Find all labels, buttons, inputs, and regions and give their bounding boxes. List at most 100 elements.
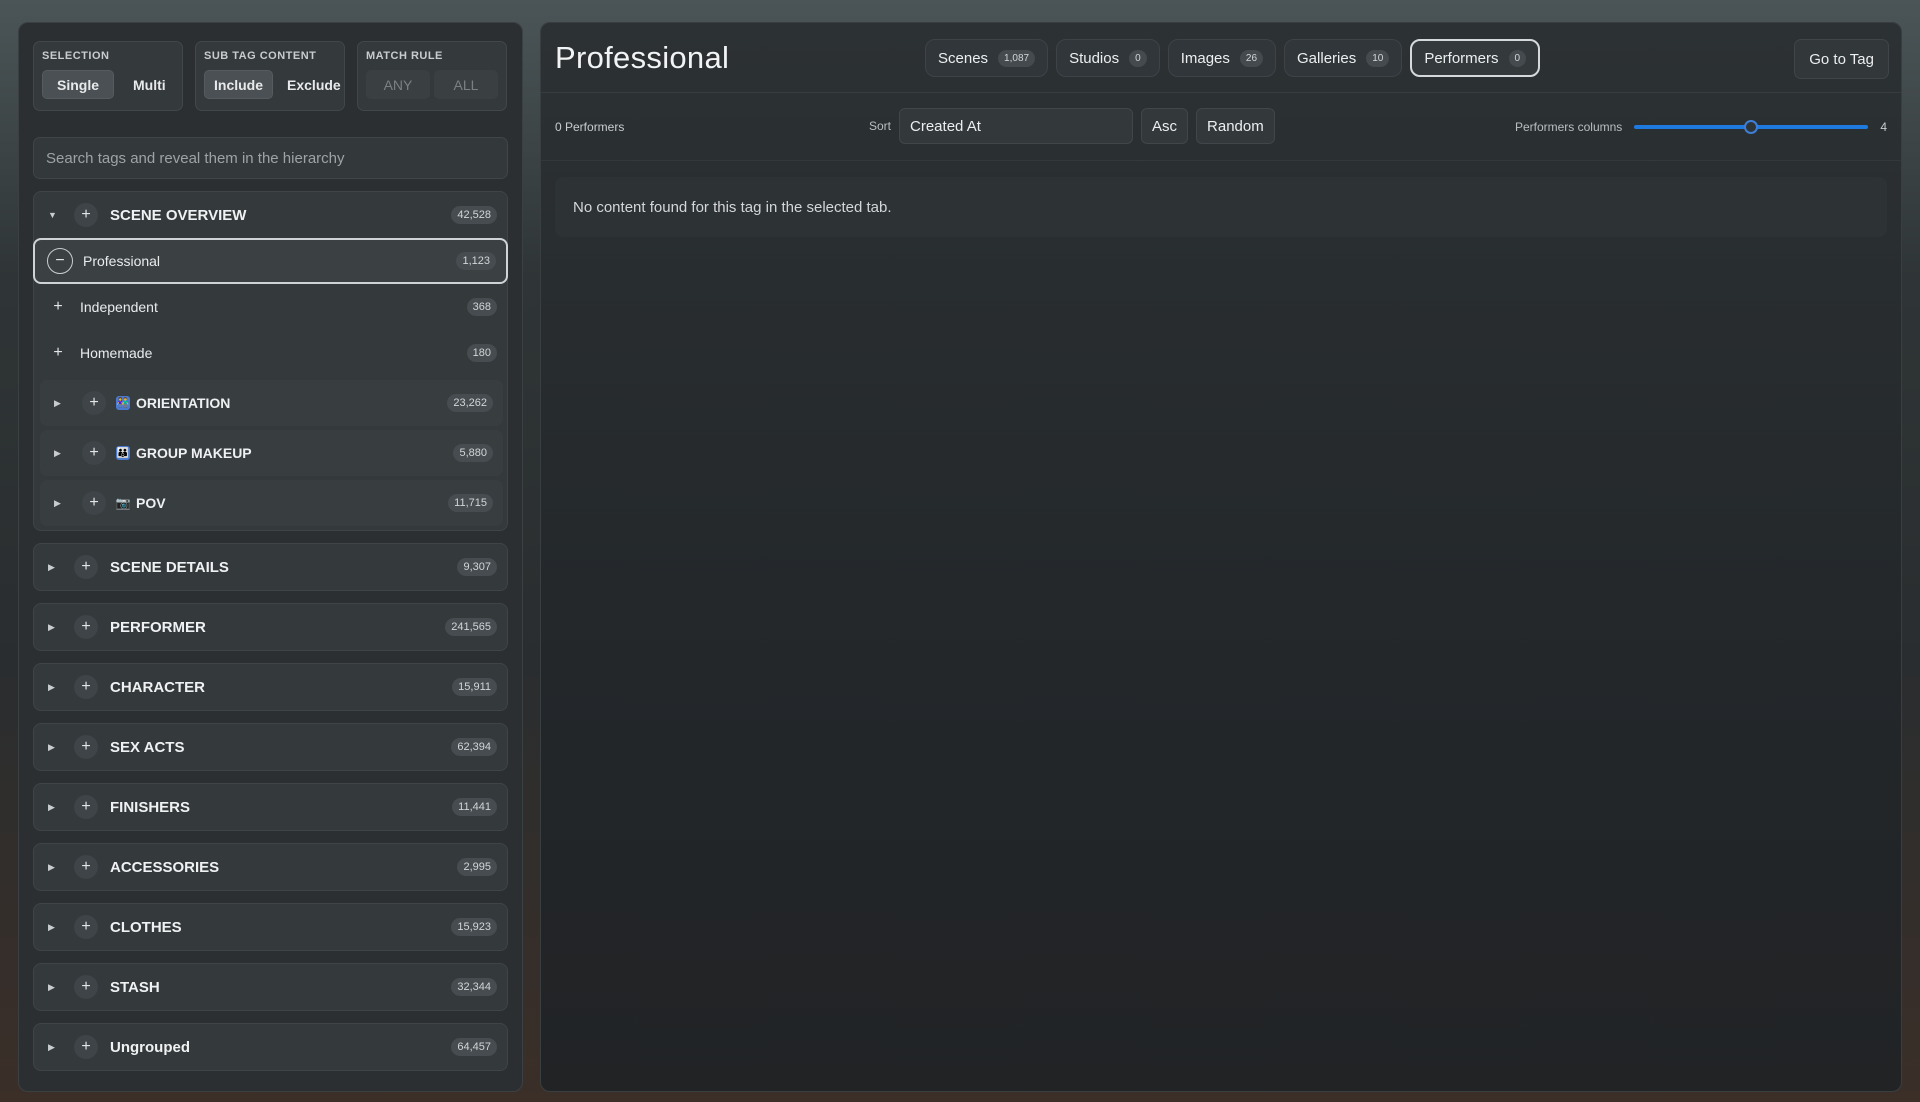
match-rule-segmented: ANY ALL [366,70,498,99]
go-to-tag-button[interactable]: Go to Tag [1794,39,1889,79]
single-button[interactable]: Single [42,70,115,99]
tag-count: 62,394 [451,738,497,756]
group-header[interactable]: ▶ + FINISHERS 11,441 [34,784,507,830]
tab-count: 10 [1366,49,1390,67]
group-title: SCENE DETAILS [110,558,229,576]
caret-right-icon[interactable]: ▶ [48,922,66,933]
group-title: PERFORMER [110,618,206,636]
tag-title: Homemade [80,345,153,361]
subgroup-title: POV [136,495,166,511]
plus-icon[interactable]: + [74,855,98,879]
group-header[interactable]: ▶ + ACCESSORIES 2,995 [34,844,507,890]
tab-studios[interactable]: Studios 0 [1056,39,1160,77]
tag-count: 15,923 [451,918,497,936]
group-performer[interactable]: ▶ + PERFORMER 241,565 [33,603,508,651]
all-button[interactable]: ALL [434,70,498,99]
plus-icon[interactable]: + [74,975,98,999]
group-header[interactable]: ▶ + Ungrouped 64,457 [34,1024,507,1070]
sub-tag-content-control: SUB TAG CONTENT Include Exclude [195,41,345,111]
caret-right-icon[interactable]: ▶ [48,682,66,693]
plus-icon[interactable]: + [82,391,106,415]
tag-count: 11,715 [448,494,493,512]
group-header[interactable]: ▼ + SCENE OVERVIEW 42,528 [34,192,507,238]
tag-independent[interactable]: + Independent 368 [34,284,507,330]
plus-icon[interactable]: + [74,203,98,227]
tab-count: 0 [1129,49,1147,67]
any-button[interactable]: ANY [366,70,430,99]
tab-galleries[interactable]: Galleries 10 [1284,39,1403,77]
group-ungrouped[interactable]: ▶ + Ungrouped 64,457 [33,1023,508,1071]
plus-icon[interactable]: + [74,615,98,639]
plus-icon[interactable]: + [46,295,70,319]
tag-search [33,137,508,179]
tab-label: Galleries [1297,49,1357,67]
caret-right-icon[interactable]: ▶ [48,862,66,873]
group-title: FINISHERS [110,798,191,816]
tag-count: 15,911 [452,678,497,696]
caret-right-icon[interactable]: ▶ [48,982,66,993]
caret-right-icon[interactable]: ▶ [48,1042,66,1053]
caret-down-icon[interactable]: ▼ [48,210,66,220]
plus-icon[interactable]: + [74,795,98,819]
tag-hierarchy-panel: SELECTION Single Multi SUB TAG CONTENT I… [18,22,523,1092]
plus-icon[interactable]: + [74,555,98,579]
tag-count: 5,880 [453,444,493,462]
group-header[interactable]: ▶ + STASH 32,344 [34,964,507,1010]
tab-scenes[interactable]: Scenes 1,087 [925,39,1049,77]
sort-select[interactable]: Created At [899,108,1134,144]
subgroup-group-makeup[interactable]: ▶ + 👪 GROUP MAKEUP 5,880 [40,430,503,476]
caret-right-icon[interactable]: ▶ [48,802,66,813]
plus-icon[interactable]: + [74,675,98,699]
caret-right-icon[interactable]: ▶ [48,742,66,753]
subgroup-orientation[interactable]: ▶ + 👫 ORIENTATION 23,262 [40,380,503,426]
group-title: ACCESSORIES [110,858,220,876]
caret-right-icon[interactable]: ▶ [54,498,72,509]
caret-right-icon[interactable]: ▶ [48,622,66,633]
asc-button[interactable]: Asc [1141,108,1189,144]
caret-right-icon[interactable]: ▶ [54,398,72,409]
group-header[interactable]: ▶ + CLOTHES 15,923 [34,904,507,950]
tag-count: 2,995 [457,858,497,876]
group-character[interactable]: ▶ + CHARACTER 15,911 [33,663,508,711]
exclude-button[interactable]: Exclude [277,70,351,99]
group-header[interactable]: ▶ + SEX ACTS 62,394 [34,724,507,770]
group-header[interactable]: ▶ + PERFORMER 241,565 [34,604,507,650]
slider-thumb[interactable] [1744,120,1759,134]
tag-professional[interactable]: − Professional 1,123 [33,238,508,284]
group-title: CLOTHES [110,918,182,936]
people-icon: 👫 [116,396,130,410]
group-finishers[interactable]: ▶ + FINISHERS 11,441 [33,783,508,831]
group-header[interactable]: ▶ + SCENE DETAILS 9,307 [34,544,507,590]
multi-button[interactable]: Multi [118,70,181,99]
group-header[interactable]: ▶ + CHARACTER 15,911 [34,664,507,710]
plus-icon[interactable]: + [74,915,98,939]
plus-icon[interactable]: + [46,341,70,365]
group-clothes[interactable]: ▶ + CLOTHES 15,923 [33,903,508,951]
tab-performers[interactable]: Performers 0 [1410,39,1541,77]
plus-icon[interactable]: + [82,491,106,515]
group-stash[interactable]: ▶ + STASH 32,344 [33,963,508,1011]
tag-tree: ▼ + SCENE OVERVIEW 42,528 − Professional… [33,191,508,1083]
tag-search-input[interactable] [46,149,495,167]
columns-slider[interactable] [1634,117,1869,137]
minus-icon[interactable]: − [47,248,73,274]
caret-right-icon[interactable]: ▶ [48,562,66,573]
plus-icon[interactable]: + [74,1035,98,1059]
group-accessories[interactable]: ▶ + ACCESSORIES 2,995 [33,843,508,891]
plus-icon[interactable]: + [82,441,106,465]
include-button[interactable]: Include [204,70,274,99]
tab-images[interactable]: Images 26 [1167,39,1277,77]
sub-tag-content-label: SUB TAG CONTENT [204,50,317,62]
caret-right-icon[interactable]: ▶ [54,448,72,459]
random-button[interactable]: Random [1196,108,1275,144]
subgroup-pov[interactable]: ▶ + 📷 POV 11,715 [40,480,503,526]
selection-control: SELECTION Single Multi [33,41,183,111]
group-scene-details[interactable]: ▶ + SCENE DETAILS 9,307 [33,543,508,591]
tab-label: Scenes [938,49,989,67]
tab-count: 0 [1508,49,1527,67]
tag-homemade[interactable]: + Homemade 180 [34,330,507,376]
subgroup-title: GROUP MAKEUP [136,445,252,461]
group-sex-acts[interactable]: ▶ + SEX ACTS 62,394 [33,723,508,771]
plus-icon[interactable]: + [74,735,98,759]
group-title: SEX ACTS [110,738,185,756]
